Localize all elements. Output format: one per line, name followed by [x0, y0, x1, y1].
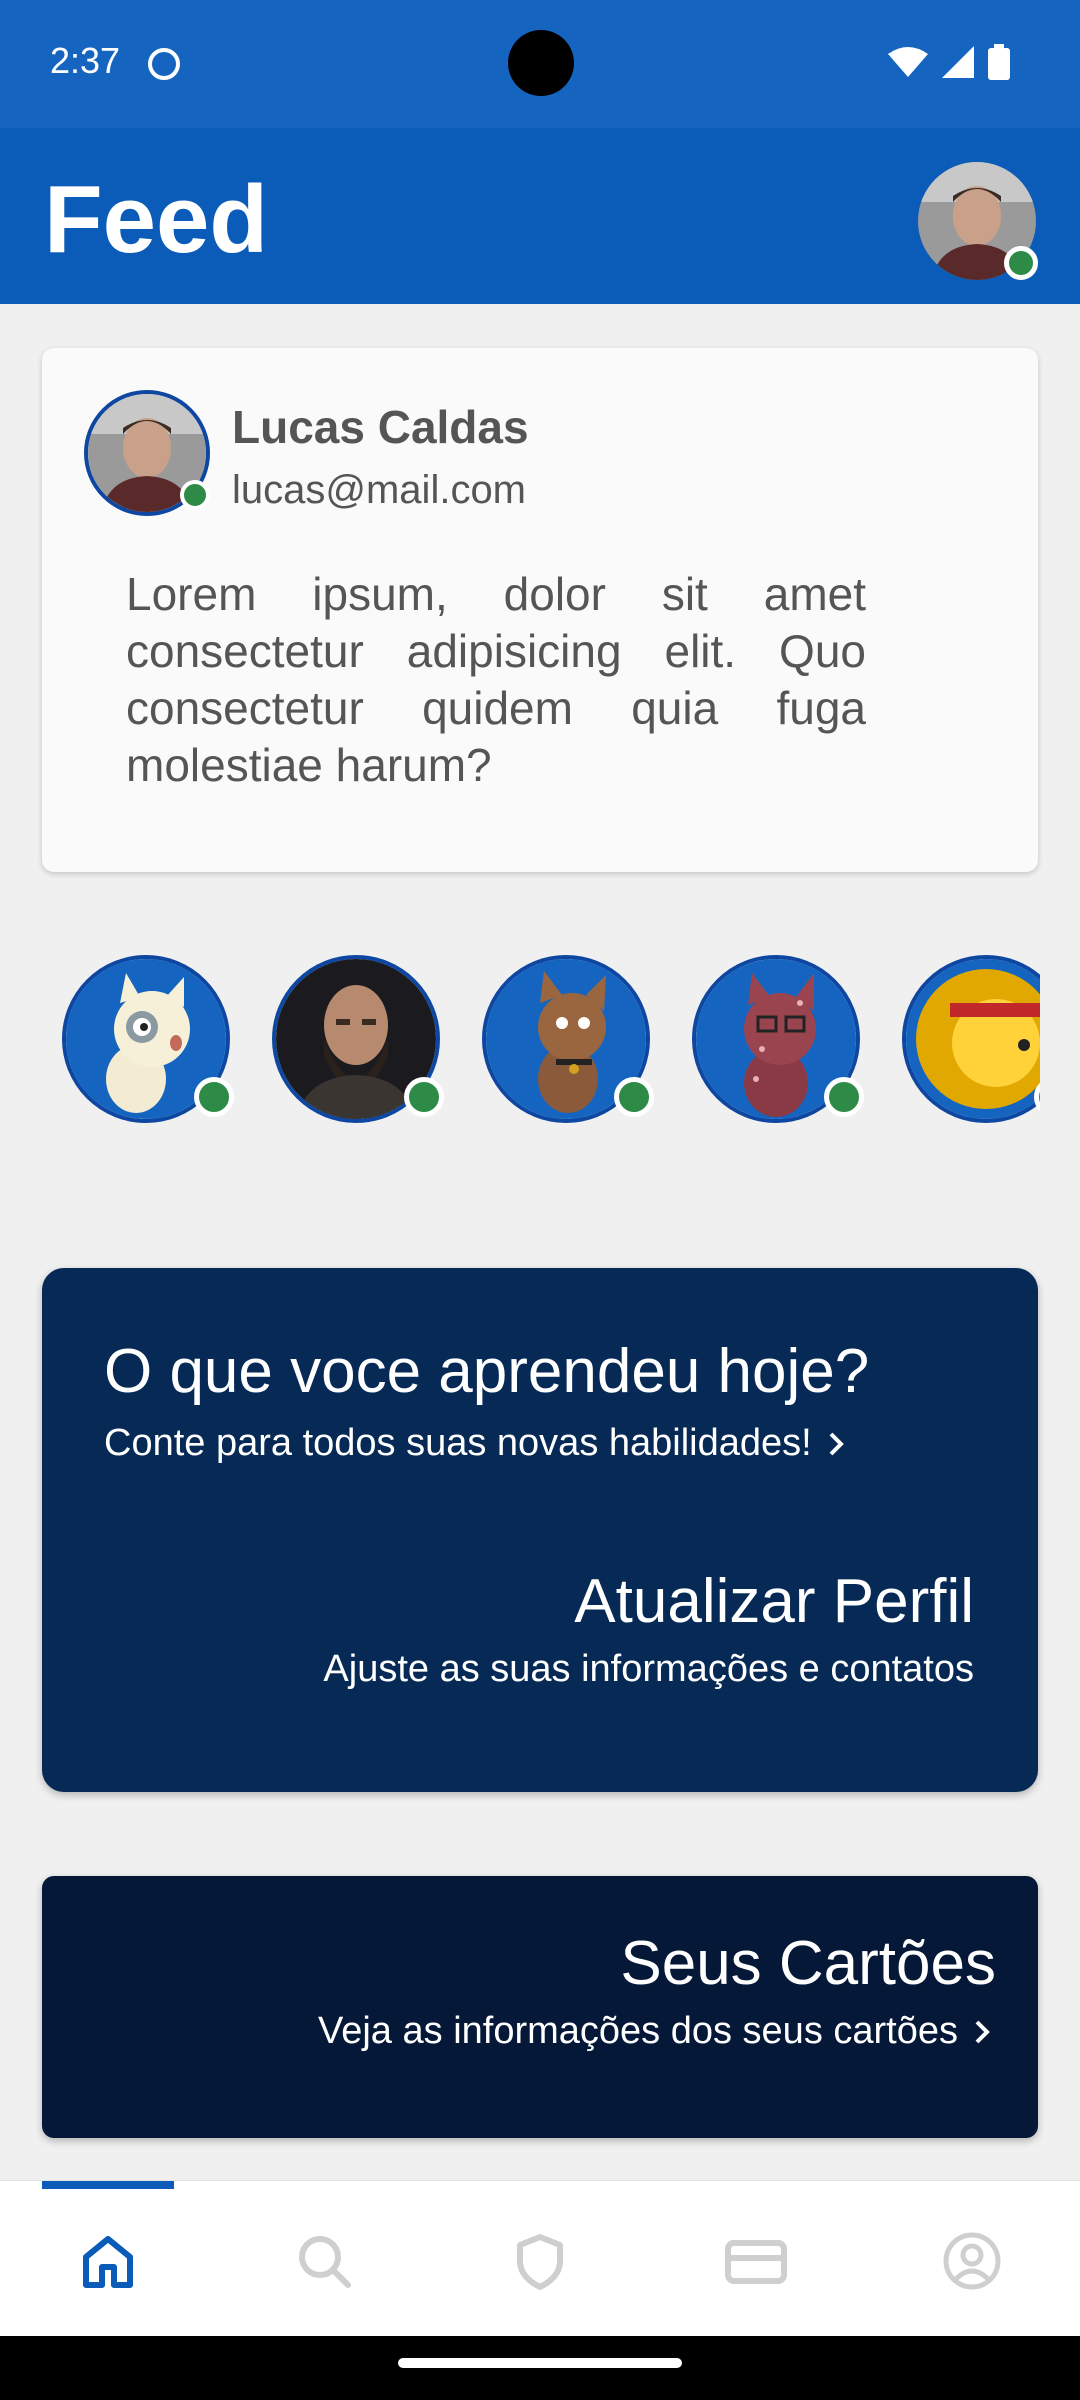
account-icon — [943, 2232, 1001, 2290]
chevron-right-icon — [829, 1432, 844, 1455]
online-status-dot — [824, 1077, 864, 1117]
post-author-avatar[interactable] — [84, 390, 210, 516]
learn-card[interactable]: O que voce aprendeu hoje? Conte para tod… — [42, 1268, 1038, 1792]
post-author-email: lucas@mail.com — [232, 468, 527, 512]
nav-cards[interactable] — [720, 2225, 792, 2297]
post-card: Lucas Caldas lucas@mail.com Lorem ipsum,… — [42, 348, 1038, 872]
nav-account[interactable] — [936, 2225, 1008, 2297]
status-bar: 2:37 — [0, 0, 1080, 128]
cards-subtitle: Veja as informações dos seus cartões — [317, 2010, 958, 2052]
wifi-icon — [888, 47, 928, 77]
status-time: 2:37 — [50, 40, 121, 81]
story-item[interactable] — [62, 955, 234, 1123]
story-item[interactable] — [272, 955, 444, 1123]
home-gesture-handle[interactable] — [398, 2358, 682, 2368]
online-status-dot — [180, 480, 210, 510]
update-profile-subtitle: Ajuste as suas informações e contatos — [323, 1648, 974, 1690]
online-status-dot — [194, 1077, 234, 1117]
signal-icon — [942, 46, 974, 78]
home-icon — [83, 2236, 133, 2288]
update-profile-title[interactable]: Atualizar Perfil — [574, 1566, 974, 1637]
learn-subtitle: Conte para todos suas novas habilidades! — [104, 1422, 812, 1464]
page-title: Feed — [44, 166, 269, 273]
camera-cutout — [508, 30, 574, 96]
chevron-right-icon — [975, 2020, 990, 2043]
post-text: Lorem ipsum, dolor sit amet consectetur … — [126, 568, 866, 791]
cards-card[interactable]: Seus Cartões Veja as informações dos seu… — [42, 1876, 1038, 2138]
profile-avatar-button[interactable] — [918, 162, 1038, 280]
app-bar: Feed — [0, 128, 1080, 304]
post-author-name: Lucas Caldas — [232, 401, 529, 453]
online-status-dot — [404, 1077, 444, 1117]
stories-row — [0, 955, 1040, 1127]
story-item[interactable] — [902, 955, 1040, 1123]
app-notification-icon — [148, 48, 180, 80]
nav-home[interactable] — [72, 2225, 144, 2297]
cards-title: Seus Cartões — [620, 1929, 996, 1998]
system-navigation-bar — [0, 2336, 1080, 2400]
status-icons — [888, 44, 1010, 80]
cards-subtitle-link[interactable]: Veja as informações dos seus cartões — [318, 2010, 990, 2053]
online-status-dot — [1004, 246, 1038, 280]
nav-security[interactable] — [504, 2225, 576, 2297]
bottom-navigation — [0, 2180, 1080, 2336]
learn-subtitle-link[interactable]: Conte para todos suas novas habilidades! — [104, 1422, 844, 1465]
shield-icon — [517, 2234, 563, 2290]
battery-icon — [988, 44, 1010, 80]
online-status-dot — [614, 1077, 654, 1117]
learn-title: O que voce aprendeu hoje? — [104, 1337, 870, 1406]
story-item[interactable] — [482, 955, 654, 1123]
nav-search[interactable] — [288, 2225, 360, 2297]
active-tab-indicator — [42, 2181, 174, 2189]
card-icon — [725, 2240, 787, 2284]
yellow-cat-headband-avatar — [902, 955, 1040, 1123]
search-icon — [299, 2236, 351, 2288]
story-item[interactable] — [692, 955, 864, 1123]
